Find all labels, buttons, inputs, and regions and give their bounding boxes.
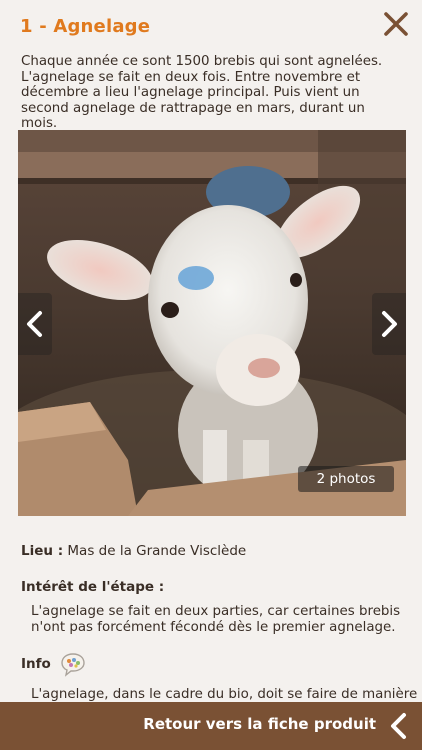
interest-label: Intérêt de l'étape :: [21, 579, 165, 595]
chevron-right-icon: [382, 311, 397, 337]
header: 1 - Agnelage: [0, 0, 422, 50]
photo-count-badge: 2 photos: [298, 466, 394, 492]
intro-text: Chaque année ce sont 1500 brebis qui son…: [21, 54, 383, 132]
lamb-photo: [18, 130, 406, 516]
location-row: Lieu : Mas de la Grande Visclède: [21, 543, 246, 559]
chevron-left-icon: [27, 311, 42, 337]
location-value: Mas de la Grande Visclède: [67, 543, 247, 559]
location-label: Lieu :: [21, 543, 64, 559]
photo-gallery[interactable]: 2 photos: [18, 130, 406, 516]
next-photo-button[interactable]: [372, 293, 406, 355]
close-button[interactable]: [382, 10, 410, 38]
chevron-left-icon: [391, 713, 406, 739]
speech-bubble-icon[interactable]: [60, 651, 86, 677]
page-title: 1 - Agnelage: [20, 16, 151, 37]
info-text: L'agnelage, dans le cadre du bio, doit s…: [31, 687, 418, 702]
interest-text: L'agnelage se fait en deux parties, car …: [31, 604, 401, 635]
info-label: Info: [21, 656, 51, 672]
close-icon: [384, 12, 408, 36]
previous-photo-button[interactable]: [18, 293, 52, 355]
footer-label: Retour vers la fiche produit: [143, 715, 376, 733]
back-to-product-button[interactable]: Retour vers la fiche produit: [0, 702, 422, 750]
